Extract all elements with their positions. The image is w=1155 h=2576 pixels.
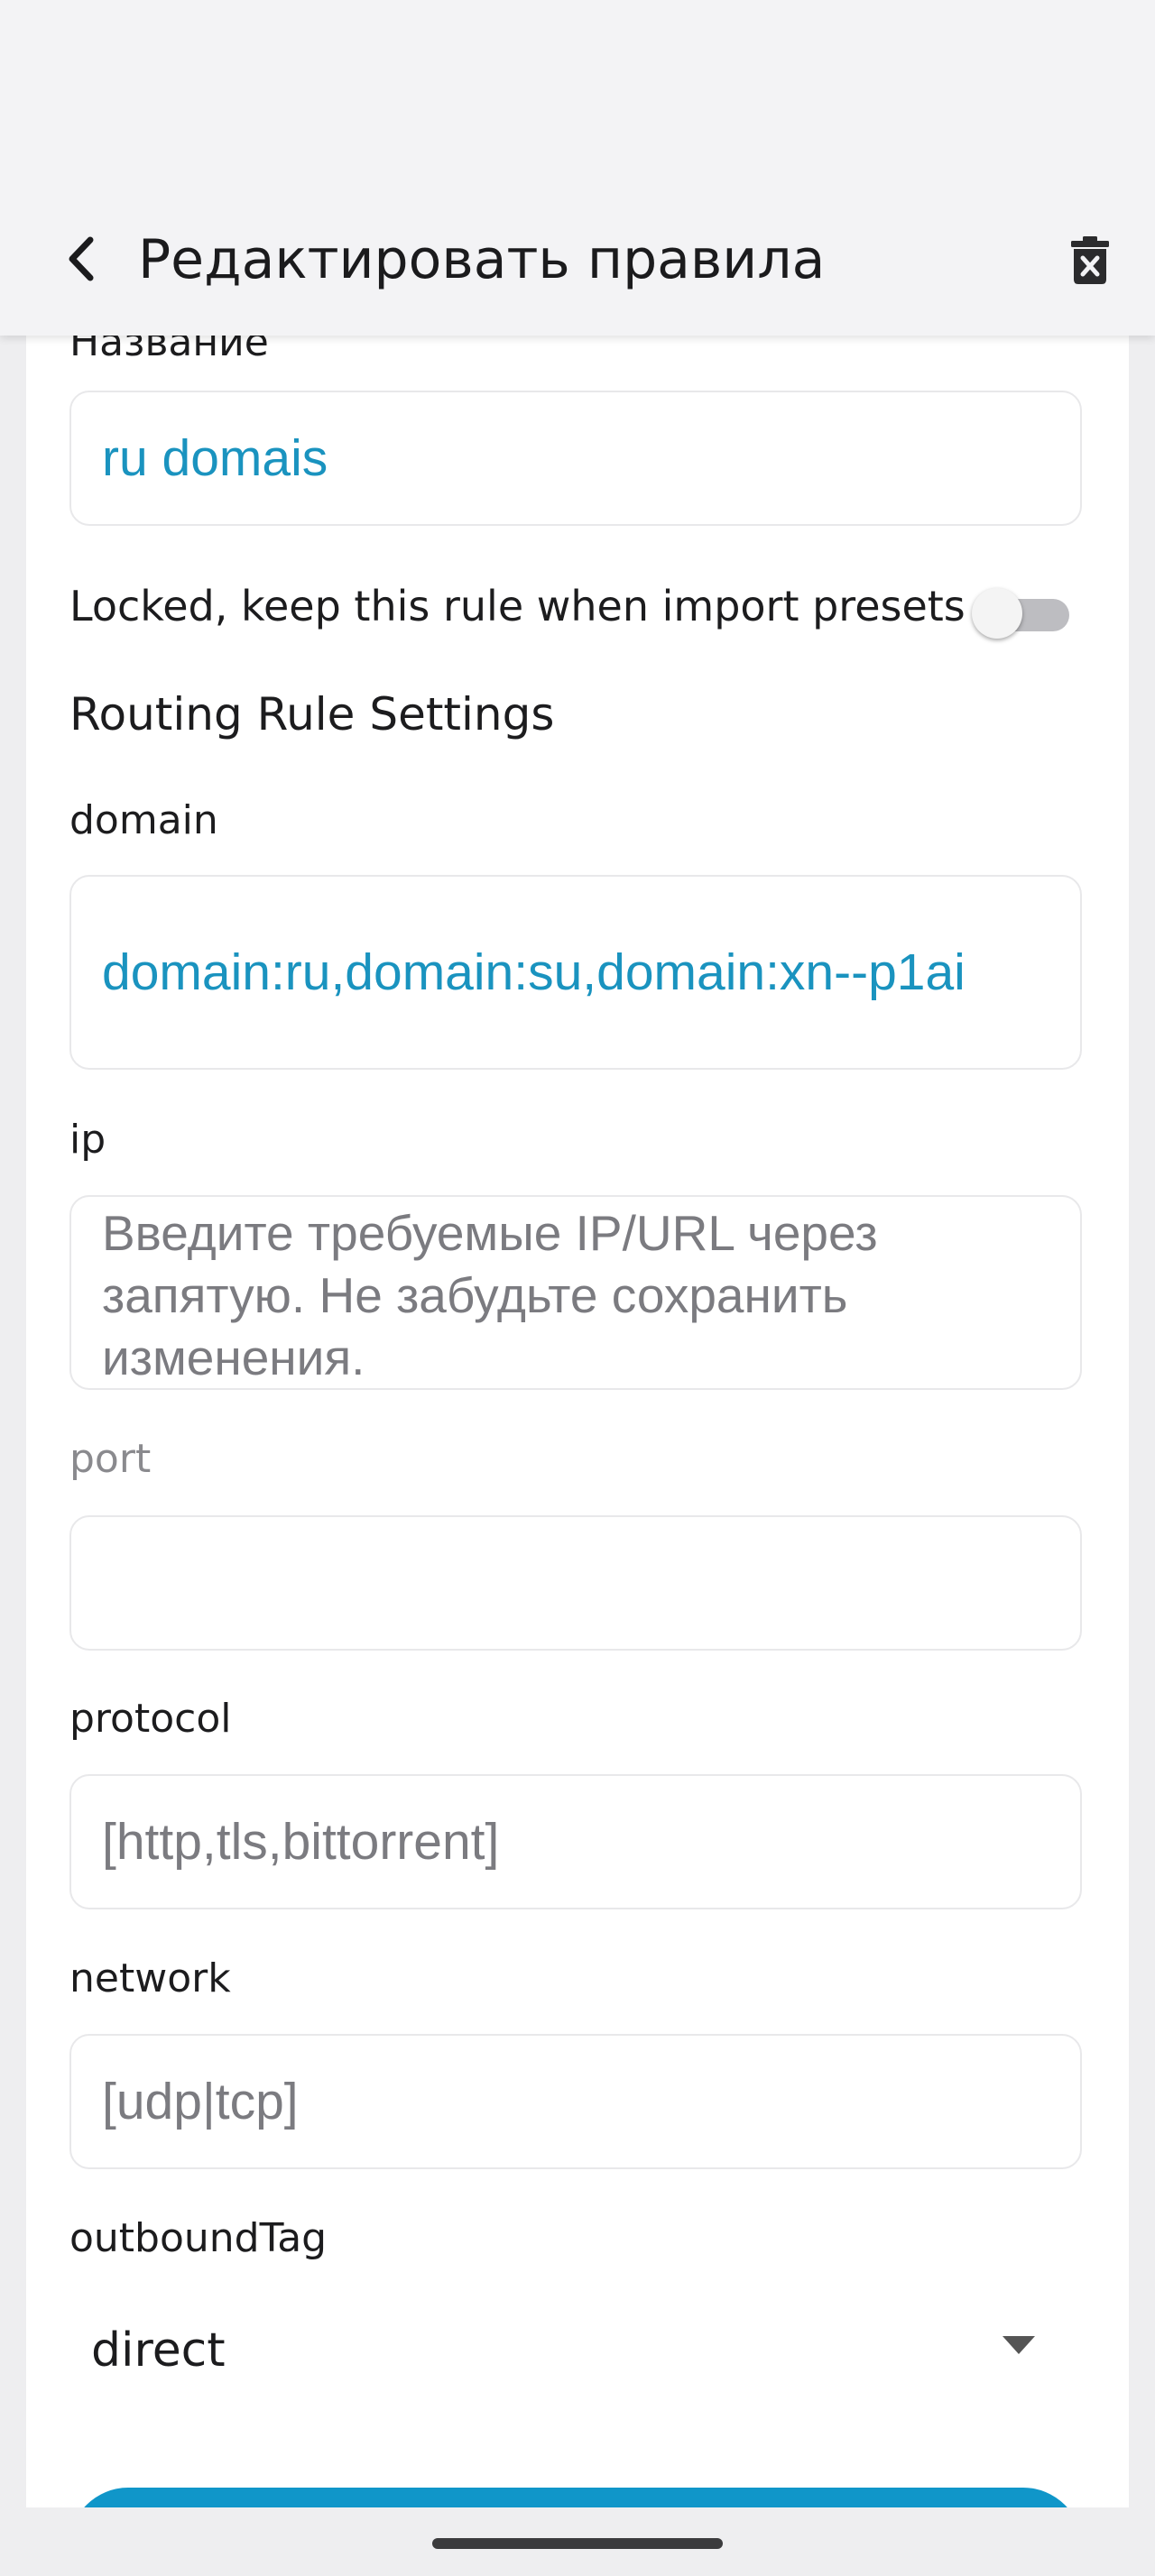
locked-toggle[interactable] — [972, 584, 1080, 639]
network-input[interactable]: [udp|tcp] — [69, 2034, 1082, 2169]
protocol-input[interactable]: [http,tls,bittorrent] — [69, 1774, 1082, 1909]
outbound-tag-label: outboundTag — [69, 2215, 328, 2261]
domain-input[interactable]: domain:ru,domain:su,domain:xn--p1ai — [69, 875, 1082, 1070]
name-value: ru domais — [102, 429, 328, 487]
page-title: Редактировать правила — [138, 228, 826, 291]
caret-down-icon — [1003, 2336, 1035, 2354]
outbound-tag-value: direct — [91, 2323, 226, 2378]
port-label: port — [69, 1436, 152, 1482]
port-input[interactable] — [69, 1515, 1082, 1651]
gesture-nav-handle[interactable] — [432, 2538, 723, 2549]
ip-placeholder: Введите требуемые IP/URL через запятую. … — [102, 1205, 878, 1385]
ip-input[interactable]: Введите требуемые IP/URL через запятую. … — [69, 1195, 1082, 1390]
app-bar: Редактировать правила — [0, 0, 1155, 336]
rule-form-card: Название ru domais Locked, keep this rul… — [26, 307, 1129, 2507]
domain-label: domain — [69, 797, 218, 843]
back-button[interactable] — [54, 227, 108, 290]
domain-value: domain:ru,domain:su,domain:xn--p1ai — [102, 943, 966, 1001]
protocol-label: protocol — [69, 1696, 232, 1742]
ip-label: ip — [69, 1117, 106, 1163]
trash-x-icon — [1071, 236, 1109, 284]
locked-label: Locked, keep this rule when import prese… — [69, 582, 966, 630]
name-input[interactable]: ru domais — [69, 391, 1082, 526]
network-label: network — [69, 1955, 231, 2001]
network-placeholder: [udp|tcp] — [102, 2073, 299, 2130]
toggle-thumb — [972, 588, 1022, 639]
protocol-placeholder: [http,tls,bittorrent] — [102, 1813, 500, 1871]
chevron-left-icon — [69, 236, 94, 281]
section-title: Routing Rule Settings — [69, 688, 555, 741]
outbound-tag-select[interactable]: direct — [69, 2300, 1082, 2399]
delete-button[interactable] — [1058, 227, 1123, 292]
save-button[interactable] — [69, 2488, 1082, 2507]
